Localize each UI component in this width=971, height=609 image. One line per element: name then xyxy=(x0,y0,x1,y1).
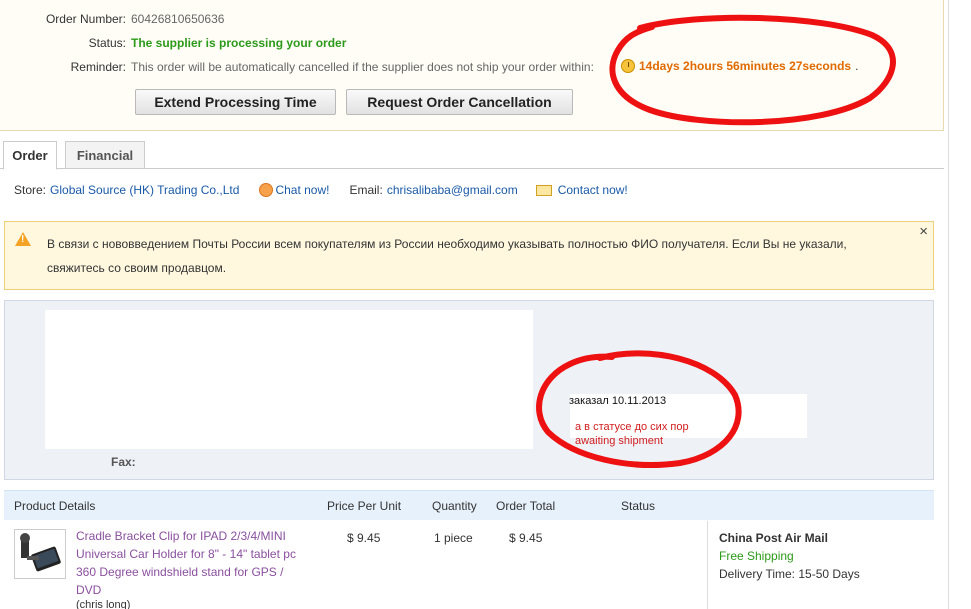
status-row: Status: The supplier is processing your … xyxy=(0,35,347,51)
address-redacted-area xyxy=(45,310,533,449)
tab-bar: Order Financial xyxy=(0,141,944,170)
order-number-row: Order Number: 60426810650636 xyxy=(0,11,224,27)
tab-order[interactable]: Order xyxy=(3,141,57,170)
product-image xyxy=(20,533,61,572)
shipping-method: China Post Air Mail xyxy=(719,531,828,545)
store-name-link[interactable]: Global Source (HK) Trading Co.,Ltd xyxy=(50,183,239,197)
order-summary-panel: Order Number: 60426810650636 Status: The… xyxy=(0,0,944,131)
product-thumbnail[interactable] xyxy=(14,529,66,579)
column-header: Price Per Unit xyxy=(327,499,402,513)
clock-icon xyxy=(621,59,635,73)
warning-icon: ! xyxy=(15,232,31,246)
order-number-label: Order Number: xyxy=(45,12,126,26)
countdown-tail: . xyxy=(855,59,859,73)
tab-financial[interactable]: Financial xyxy=(65,141,145,169)
shipping-cost: Free Shipping xyxy=(719,549,794,563)
warning-text: В связи с нововведением Почты России все… xyxy=(47,237,847,275)
email-link[interactable]: chrisalibaba@gmail.com xyxy=(387,183,518,197)
product-seller: (chris long) xyxy=(76,599,131,609)
request-order-cancellation-button[interactable]: Request Order Cancellation xyxy=(346,89,573,115)
countdown-timer: 14days 2hours 56minutes 27seconds . xyxy=(621,59,858,73)
product-table-header: Product Details Price Per Unit Quantity … xyxy=(4,490,934,520)
table-row: Cradle Bracket Clip for IPAD 2/3/4/MINI … xyxy=(4,521,934,609)
user-note-date: заказал 10.11.2013 xyxy=(569,395,667,407)
store-label: Store: xyxy=(14,183,47,197)
email-label: Email: xyxy=(349,183,383,197)
extend-processing-time-button[interactable]: Extend Processing Time xyxy=(135,89,336,115)
quantity: 1 piece xyxy=(434,531,473,545)
fax-label: Fax: xyxy=(111,455,136,469)
shipping-address-panel: Fax: заказал 10.11.2013 а в статусе до с… xyxy=(4,300,934,480)
close-icon[interactable]: × xyxy=(919,223,928,240)
store-info: Store: Global Source (HK) Trading Co.,Lt… xyxy=(14,183,628,197)
reminder-text: This order will be automatically cancell… xyxy=(131,60,594,74)
user-note-line: awaiting shipment xyxy=(575,435,664,447)
page-right-border xyxy=(948,0,949,609)
warning-notice: ! В связи с нововведением Почты России в… xyxy=(4,221,934,290)
delivery-time: Delivery Time: 15-50 Days xyxy=(719,567,860,581)
order-number: 60426810650636 xyxy=(131,12,225,26)
order-total: $ 9.45 xyxy=(509,531,543,545)
reminder-label: Reminder: xyxy=(70,60,126,74)
column-header: Order Total xyxy=(496,499,556,513)
column-header: Status xyxy=(621,499,656,513)
shipping-info: China Post Air Mail Free Shipping Delive… xyxy=(707,521,934,609)
price-per-unit: $ 9.45 xyxy=(347,531,381,545)
countdown-value: 14days 2hours 56minutes 27seconds xyxy=(639,59,852,73)
mail-icon[interactable] xyxy=(535,184,552,196)
chat-now-link[interactable]: Chat now! xyxy=(275,183,329,197)
reminder-row: Reminder: This order will be automatical… xyxy=(0,59,594,75)
chat-icon[interactable] xyxy=(259,183,274,197)
user-note-status: а в статусе до сих пор awaiting shipment xyxy=(575,420,689,448)
delivery-time-value: 15-50 Days xyxy=(798,567,860,581)
column-header: Quantity xyxy=(432,499,477,513)
user-note-line: а в статусе до сих пор xyxy=(575,421,689,433)
column-header: Product Details xyxy=(14,499,96,513)
status-label: Status: xyxy=(88,36,126,50)
order-status: The supplier is processing your order xyxy=(131,36,347,50)
delivery-time-label: Delivery Time: xyxy=(719,567,796,581)
product-name-link[interactable]: Cradle Bracket Clip for IPAD 2/3/4/MINI … xyxy=(76,527,301,599)
contact-now-link[interactable]: Contact now! xyxy=(558,183,628,197)
